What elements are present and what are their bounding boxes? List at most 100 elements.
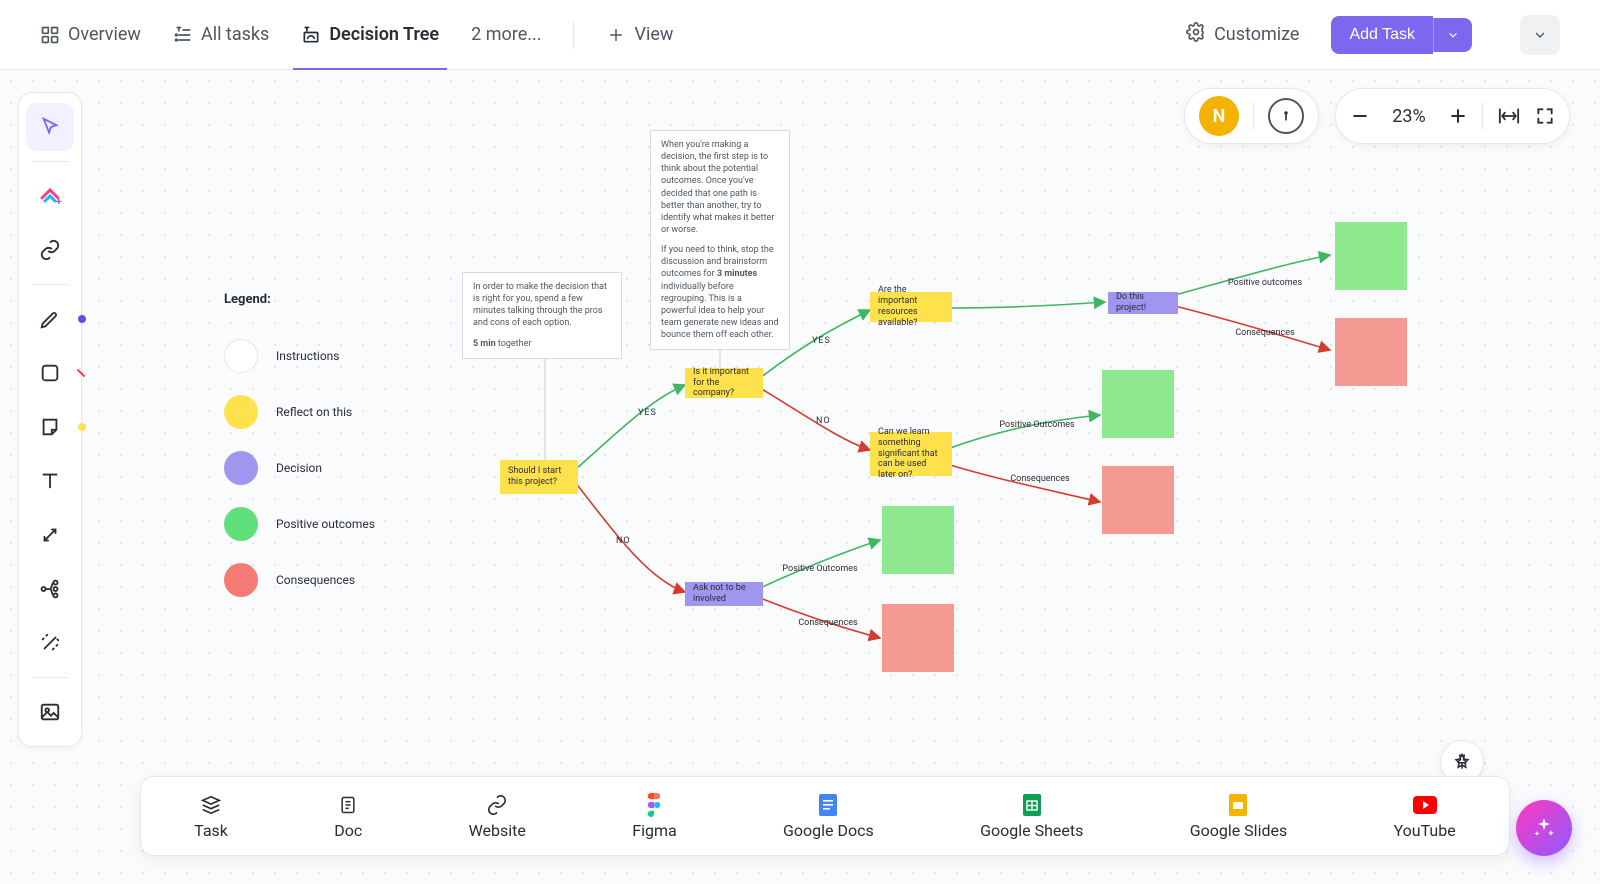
tool-magic[interactable] [26, 619, 74, 667]
tab-all-tasks[interactable]: All tasks [173, 0, 269, 70]
legend-swatch [224, 339, 258, 373]
color-dot-icon [78, 423, 86, 431]
tool-connector[interactable] [26, 511, 74, 559]
tool-link[interactable] [26, 226, 74, 274]
customize-label: Customize [1214, 24, 1299, 45]
divider [32, 284, 68, 285]
connector-icon [39, 524, 61, 546]
node-start[interactable]: Should I start this project? [500, 460, 578, 494]
fullscreen-button[interactable] [1535, 106, 1555, 126]
card-label: Google Docs [783, 821, 874, 840]
legend: Legend: Instructions Reflect on this Dec… [224, 292, 375, 619]
node-resources[interactable]: Are the important resources available? [870, 292, 952, 322]
node-ask-not[interactable]: Ask not to be involved [685, 582, 763, 606]
edge-label-consequence: Consequences [1000, 474, 1080, 484]
node-label: Ask not to be involved [693, 583, 755, 605]
edge-label-yes: YES [638, 408, 650, 418]
instruction-card-pros-cons[interactable]: In order to make the decision that is ri… [462, 272, 622, 359]
card-label: Doc [334, 821, 362, 840]
divider [32, 161, 68, 162]
tab-label: Decision Tree [329, 0, 439, 70]
fit-width-button[interactable] [1497, 106, 1521, 126]
instruction-card-brainstorm[interactable]: When you're making a decision, the first… [650, 130, 790, 350]
legend-item-instructions: Instructions [224, 339, 375, 373]
tab-add-view[interactable]: View [606, 0, 673, 70]
customize-button[interactable]: Customize [1186, 22, 1299, 47]
whiteboard-canvas[interactable]: Legend: Instructions Reflect on this Dec… [0, 70, 1600, 884]
divider [1253, 102, 1254, 130]
add-task-dropdown[interactable] [1433, 18, 1472, 52]
tool-shape[interactable] [26, 349, 74, 397]
block-consequence-top[interactable] [1335, 318, 1407, 386]
fit-width-icon [1497, 106, 1521, 126]
tool-sticky[interactable] [26, 403, 74, 451]
avatar[interactable]: N [1199, 96, 1239, 136]
tab-label: All tasks [201, 0, 269, 70]
block-positive-low[interactable] [882, 506, 954, 574]
doc-icon [336, 793, 360, 817]
chevron-down-icon [1532, 27, 1548, 43]
node-label: Are the important resources available? [878, 285, 944, 328]
block-consequence-low[interactable] [882, 604, 954, 672]
ai-fab-button[interactable] [1516, 800, 1572, 856]
google-sheets-icon [1020, 793, 1044, 817]
card-figma[interactable]: Figma [632, 793, 676, 840]
card-task[interactable]: Task [194, 793, 228, 840]
tab-decision-tree[interactable]: Decision Tree [301, 0, 439, 70]
info-icon [1277, 107, 1295, 125]
sparkle-icon [1532, 816, 1556, 840]
block-consequence-mid[interactable] [1102, 466, 1174, 534]
divider [32, 677, 68, 678]
node-learn[interactable]: Can we learn something significant that … [870, 432, 952, 476]
tab-label: View [634, 0, 673, 70]
instruction-time: 5 min together [473, 338, 611, 350]
minus-icon [1350, 106, 1370, 126]
zoom-in-button[interactable] [1448, 106, 1468, 126]
expand-menu-button[interactable] [1520, 15, 1560, 55]
plus-icon [1448, 106, 1468, 126]
card-google-docs[interactable]: Google Docs [783, 793, 874, 840]
legend-item-decision: Decision [224, 451, 375, 485]
tool-select[interactable] [26, 103, 74, 151]
legend-label: Instructions [276, 349, 339, 363]
card-label: Task [194, 821, 228, 840]
card-google-slides[interactable]: Google Slides [1190, 793, 1288, 840]
node-do-project[interactable]: Do this project! [1108, 292, 1178, 314]
edge-label-positive: Positive outcomes [1225, 278, 1305, 288]
card-youtube[interactable]: YouTube [1394, 793, 1456, 840]
zoom-out-button[interactable] [1350, 106, 1370, 126]
tool-pen[interactable] [26, 295, 74, 343]
block-positive-mid[interactable] [1102, 370, 1174, 438]
figma-icon [642, 793, 666, 817]
node-important[interactable]: Is it important for the company? [685, 368, 763, 398]
card-label: Figma [632, 821, 676, 840]
tab-more[interactable]: 2 more... [471, 0, 541, 70]
card-label: Google Sheets [980, 821, 1083, 840]
text-icon [39, 470, 61, 492]
edge-label-no: NO [616, 536, 628, 546]
tab-overview[interactable]: Overview [40, 0, 141, 70]
add-task-group: Add Task [1331, 16, 1472, 54]
add-task-button[interactable]: Add Task [1331, 16, 1433, 54]
legend-label: Consequences [276, 573, 355, 587]
presence-group: N [1184, 88, 1319, 144]
pin-icon [1453, 753, 1471, 771]
tool-ai[interactable]: + [26, 172, 74, 220]
edge-label-positive: Positive Outcomes [992, 420, 1082, 430]
instruction-text: When you're making a decision, the first… [661, 139, 779, 236]
link-icon [39, 239, 61, 261]
add-task-label: Add Task [1349, 26, 1415, 43]
tool-image[interactable] [26, 688, 74, 736]
tab-label: 2 more... [471, 0, 541, 70]
info-button[interactable] [1268, 98, 1304, 134]
tool-mindmap[interactable] [26, 565, 74, 613]
card-google-sheets[interactable]: Google Sheets [980, 793, 1083, 840]
sticky-note-icon [39, 416, 61, 438]
edge-label-consequence: Consequences [788, 618, 868, 628]
card-website[interactable]: Website [469, 793, 526, 840]
divider [1482, 102, 1483, 130]
legend-title: Legend: [224, 292, 375, 307]
block-positive-top[interactable] [1335, 222, 1407, 290]
tool-text[interactable] [26, 457, 74, 505]
card-doc[interactable]: Doc [334, 793, 362, 840]
